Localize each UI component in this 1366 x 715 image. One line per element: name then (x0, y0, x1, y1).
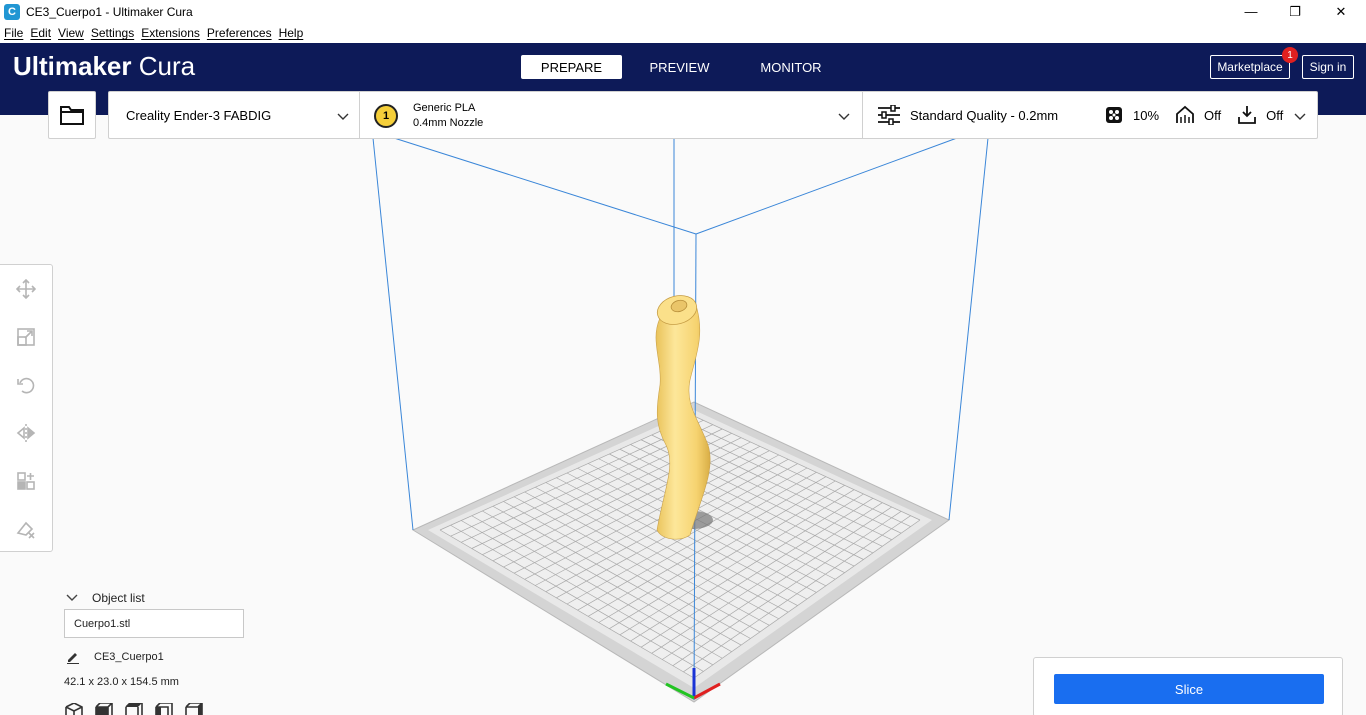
printer-settings-bar: Creality Ender-3 FABDIG 1 Generic PLA 0.… (108, 91, 1318, 139)
slice-button[interactable]: Slice (1054, 674, 1324, 704)
printer-name: Creality Ender-3 FABDIG (126, 107, 272, 123)
tab-monitor[interactable]: MONITOR (737, 55, 845, 79)
support-value: Off (1204, 107, 1222, 123)
mirror-icon (16, 424, 36, 442)
sign-in-button[interactable]: Sign in (1302, 55, 1354, 79)
chevron-down-icon (66, 594, 78, 601)
print-settings-selector[interactable]: Standard Quality - 0.2mm 10% Off Off (864, 92, 1317, 138)
cura-window: C CE3_Cuerpo1 - Ultimaker Cura — ❐ ✕ Fil… (0, 0, 1366, 715)
chevron-down-icon (838, 113, 850, 120)
support-blocker-button[interactable] (14, 517, 38, 541)
menu-help[interactable]: Help (279, 26, 304, 40)
support-icon (1176, 105, 1194, 123)
tab-prepare[interactable]: PREPARE (521, 55, 622, 79)
tool-panel (0, 264, 53, 552)
cura-app-icon: C (4, 3, 20, 20)
object-list-header: Object list (92, 591, 145, 605)
printer-selector[interactable]: Creality Ender-3 FABDIG (109, 92, 360, 138)
job-name-label: CE3_Cuerpo1 (94, 651, 164, 663)
folder-icon (60, 106, 84, 125)
extruder-icon: 1 (374, 104, 398, 128)
action-panel: Slice (1033, 657, 1343, 715)
tab-preview[interactable]: PREVIEW (622, 55, 737, 79)
scale-icon (17, 328, 35, 346)
menu-extensions[interactable]: Extensions (141, 26, 200, 40)
pencil-icon (67, 653, 79, 664)
open-file-button[interactable] (48, 91, 96, 139)
title-bar: C CE3_Cuerpo1 - Ultimaker Cura — ❐ ✕ (0, 0, 1366, 23)
scale-tool-button[interactable] (14, 325, 38, 349)
infill-icon (1106, 107, 1122, 123)
marketplace-button[interactable]: Marketplace (1210, 55, 1290, 79)
object-list-toggle[interactable]: Object list (64, 591, 145, 605)
adhesion-icon (1238, 106, 1257, 124)
view-left-icon[interactable] (154, 703, 174, 715)
window-title: CE3_Cuerpo1 - Ultimaker Cura (26, 4, 193, 19)
marketplace-badge: 1 (1282, 47, 1298, 63)
mirror-tool-button[interactable] (14, 421, 38, 445)
view-3d-icon[interactable] (64, 703, 84, 715)
view-top-icon[interactable] (124, 703, 144, 715)
material-name: Generic PLA (413, 102, 476, 114)
job-name[interactable]: CE3_Cuerpo1 (64, 650, 164, 664)
menu-preferences[interactable]: Preferences (207, 26, 272, 40)
menu-file[interactable]: File (4, 26, 23, 40)
sliders-icon (878, 105, 900, 125)
infill-value: 10% (1133, 107, 1160, 123)
rotate-icon (17, 377, 35, 394)
model-dimensions: 42.1 x 23.0 x 154.5 mm (64, 676, 179, 688)
support-blocker-icon (16, 521, 35, 539)
close-button[interactable]: ✕ (1318, 0, 1364, 23)
ultimaker-cura-logo: Ultimaker Cura (13, 51, 196, 81)
move-icon (16, 279, 36, 299)
chevron-down-icon (337, 113, 349, 120)
rotate-tool-button[interactable] (14, 373, 38, 397)
restore-button[interactable]: ❐ (1272, 0, 1318, 23)
menu-settings[interactable]: Settings (91, 26, 134, 40)
menu-edit[interactable]: Edit (30, 26, 51, 40)
per-model-settings-icon (17, 472, 35, 490)
stage-tabs: PREPARE PREVIEW MONITOR (521, 55, 845, 79)
menu-bar: File Edit View Settings Extensions Prefe… (0, 23, 1366, 43)
quality-profile: Standard Quality - 0.2mm (910, 107, 1059, 123)
adhesion-value: Off (1266, 107, 1284, 123)
chevron-down-icon (1294, 113, 1306, 120)
menu-view[interactable]: View (58, 26, 84, 40)
material-selector[interactable]: 1 Generic PLA 0.4mm Nozzle (360, 92, 863, 138)
view-front-icon[interactable] (94, 703, 114, 715)
nozzle-size: 0.4mm Nozzle (413, 117, 484, 129)
object-list-item[interactable]: Cuerpo1.stl (64, 609, 244, 638)
camera-view-buttons (64, 703, 204, 715)
view-right-icon[interactable] (184, 703, 204, 715)
minimize-button[interactable]: — (1228, 0, 1274, 23)
move-tool-button[interactable] (14, 277, 38, 301)
per-model-settings-button[interactable] (14, 469, 38, 493)
